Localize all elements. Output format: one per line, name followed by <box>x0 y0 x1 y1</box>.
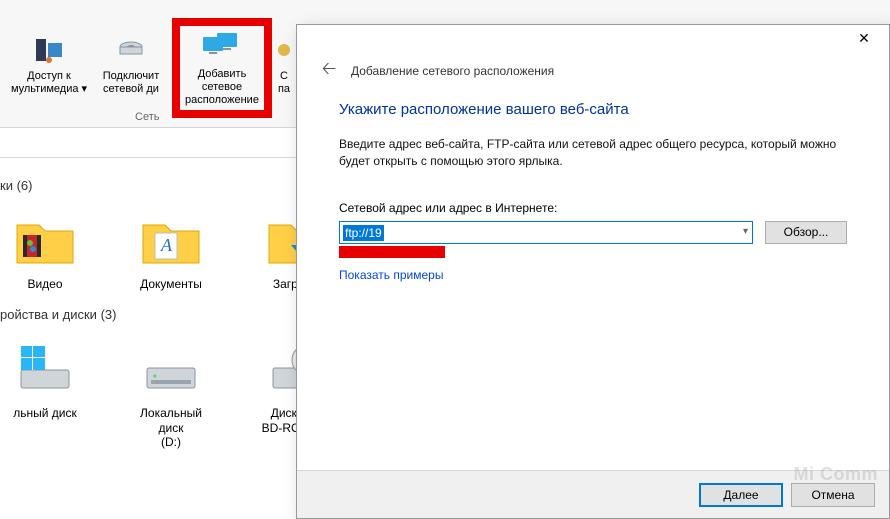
ribbon-label: Спа <box>278 70 290 96</box>
folder-videos[interactable]: Видео <box>0 207 90 291</box>
drive-local-d[interactable]: Локальный диск(D:) <box>126 336 216 449</box>
item-label: Локальный диск(D:) <box>126 406 216 449</box>
show-examples-link[interactable]: Показать примеры <box>339 268 443 282</box>
wizard-body: Укажите расположение вашего веб-сайта Вв… <box>297 101 889 470</box>
close-button[interactable]: ✕ <box>843 27 885 49</box>
chevron-down-icon[interactable]: ▾ <box>743 226 748 237</box>
ribbon-multimedia-access[interactable]: Доступ кмультимедиа ▾ <box>8 28 90 110</box>
wizard-header: 🡠 Добавление сетевого расположения <box>297 51 889 101</box>
ribbon-group-label: Сеть <box>135 111 159 123</box>
item-label: Документы <box>140 277 202 291</box>
address-field-label: Сетевой адрес или адрес в Интернете: <box>339 201 847 215</box>
network-monitors-icon <box>203 30 241 66</box>
redaction-marker <box>339 246 445 258</box>
svg-text:A: A <box>160 235 173 255</box>
wizard-footer: Далее Отмена <box>297 470 889 518</box>
item-label: Видео <box>27 277 62 291</box>
address-field-row: ftp://19 ▾ Обзор... <box>339 221 847 244</box>
back-button[interactable]: 🡠 <box>317 59 341 83</box>
video-folder-icon <box>13 207 77 271</box>
ribbon-cutoff[interactable]: Спа <box>272 28 296 110</box>
item-label: льный диск <box>13 406 77 420</box>
media-server-icon <box>34 32 64 68</box>
address-input-value: ftp://19 <box>343 225 384 241</box>
wizard-breadcrumb: Добавление сетевого расположения <box>351 64 554 78</box>
network-drive-icon <box>116 32 146 68</box>
ribbon-label: Доступ кмультимедиа ▾ <box>11 70 87 96</box>
hdd-drive-icon <box>139 336 203 400</box>
next-button[interactable]: Далее <box>699 483 783 507</box>
ribbon-map-drive[interactable]: Подключитсетевой ди <box>90 28 172 110</box>
gear-icon <box>274 32 294 68</box>
ribbon-add-network-location[interactable]: Добавить сетевоерасположение <box>172 18 272 118</box>
browse-button[interactable]: Обзор... <box>765 221 847 244</box>
windows-drive-icon <box>13 336 77 400</box>
close-icon: ✕ <box>858 30 870 47</box>
ribbon-label: Подключитсетевой ди <box>103 70 159 96</box>
add-network-location-wizard: ✕ 🡠 Добавление сетевого расположения Ука… <box>296 24 890 519</box>
wizard-description: Введите адрес веб-сайта, FTP-сайта или с… <box>339 136 847 171</box>
documents-folder-icon: A <box>139 207 203 271</box>
folder-documents[interactable]: A Документы <box>126 207 216 291</box>
address-combobox[interactable]: ftp://19 ▾ <box>339 221 753 244</box>
cancel-button[interactable]: Отмена <box>791 483 875 507</box>
wizard-heading: Укажите расположение вашего веб-сайта <box>339 101 847 118</box>
ribbon-label: Добавить сетевоерасположение <box>180 68 264 108</box>
drive-local-c[interactable]: льный диск <box>0 336 90 449</box>
wizard-titlebar: ✕ <box>297 25 889 51</box>
arrow-left-icon: 🡠 <box>322 56 337 86</box>
